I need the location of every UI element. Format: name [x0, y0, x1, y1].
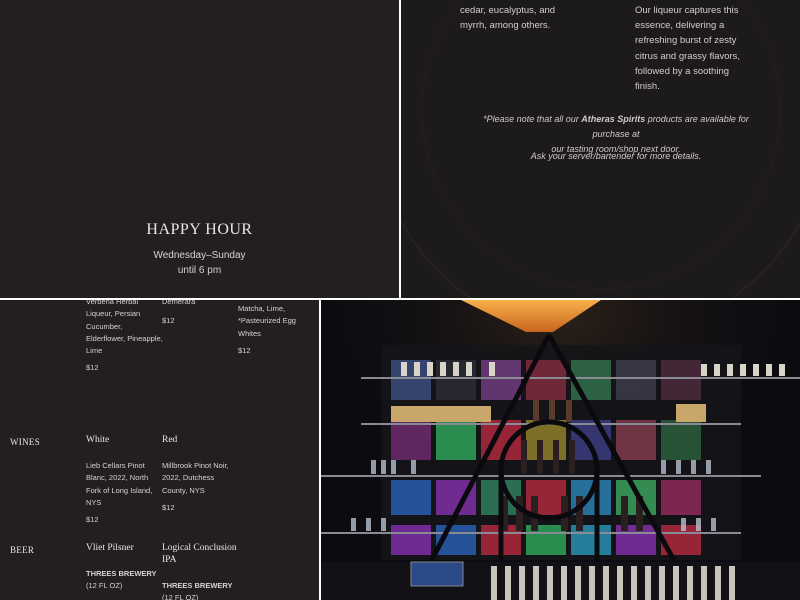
- ingredient-line: Whites: [238, 328, 261, 338]
- bar-illustration: [321, 300, 800, 600]
- section-title-wines: WINES: [10, 437, 40, 447]
- description-line: NYS: [86, 497, 102, 507]
- bar-counter: [321, 562, 800, 600]
- cocktail-ingredients: Matcha, Lime, *Pasteurized Egg Whites: [238, 303, 296, 340]
- liqueur-description-left: cedar, eucalyptus, and myrrh, among othe…: [460, 3, 580, 33]
- ingredient-line: Lime: [86, 346, 103, 356]
- beer-1-size: (12 FL OZ): [86, 581, 123, 590]
- purchase-note-prefix: *Please note that all our: [483, 114, 582, 124]
- wine-white-title: White: [86, 435, 110, 445]
- beer-2-title: Logical Conclusion IPA: [162, 542, 237, 566]
- description-line: County, NYS: [162, 485, 205, 495]
- cocktail-price: $12: [238, 346, 251, 355]
- bar-photo: [321, 300, 800, 600]
- ingredient-line: Liqueur, Persian: [86, 309, 141, 319]
- description-line: citrus and grassy flavors,: [635, 50, 741, 62]
- description-line: Our liqueur captures this: [635, 5, 739, 16]
- ingredient-line: Matcha, Lime,: [238, 304, 286, 313]
- wine-white-description: Lieb Cellars Pinot Blanc, 2022, North Fo…: [86, 460, 152, 509]
- beer-2-size: (12 FL OZ): [162, 593, 199, 600]
- happy-hour-title: HAPPY HOUR: [146, 221, 253, 238]
- description-line: cedar, eucalyptus, and: [460, 5, 556, 16]
- description-line: followed by a soothing: [635, 65, 730, 77]
- beer-2-title-line: Logical Conclusion: [162, 543, 237, 553]
- cocktail-ingredients: Verbena Herbal Liqueur, Persian Cucumber…: [86, 300, 163, 357]
- pos-screen: [410, 561, 464, 587]
- description-line: Millbrook Pinot Noir,: [162, 461, 229, 470]
- ingredient-line: Verbena Herbal: [86, 300, 139, 306]
- ask-server-note: Ask your server/bartender for more detai…: [530, 151, 702, 161]
- wine-white-price: $12: [86, 515, 99, 524]
- description-line: Lieb Cellars Pinot: [86, 461, 145, 470]
- beer-2-brewery: THREES BREWERY: [162, 581, 233, 590]
- cocktail-ingredients: Demerara: [162, 300, 195, 308]
- section-title-beer: BEER: [10, 545, 35, 555]
- description-line: myrrh, among others.: [460, 20, 551, 32]
- ingredient-line: Cucumber,: [86, 321, 123, 331]
- wine-red-title: Red: [162, 435, 178, 445]
- liqueur-info-panel: cedar, eucalyptus, and myrrh, among othe…: [401, 0, 800, 298]
- happy-hour-panel: HAPPY HOUR Wednesday–Sunday until 6 pm: [0, 0, 399, 298]
- description-line: 2022, Dutchess: [162, 473, 215, 483]
- wine-red-description: Millbrook Pinot Noir, 2022, Dutchess Cou…: [162, 460, 229, 497]
- description-line: essence, delivering a: [635, 20, 725, 32]
- description-line: refreshing burst of zesty: [635, 35, 737, 47]
- drinks-menu-panel: Verbena Herbal Liqueur, Persian Cucumber…: [0, 300, 319, 600]
- ingredient-line: Demerara: [162, 300, 196, 306]
- wine-red-price: $12: [162, 503, 175, 512]
- description-line: Blanc, 2022, North: [86, 473, 149, 483]
- ingredient-line: *Pasteurized Egg: [238, 316, 296, 326]
- beer-2-title-line: IPA: [162, 555, 177, 565]
- beer-1-title: Vliet Pilsner: [86, 543, 134, 553]
- cocktail-price: $12: [86, 363, 99, 372]
- happy-hour-days: Wednesday–Sunday: [153, 250, 246, 261]
- cocktail-price: $12: [162, 316, 175, 325]
- brand-name: Atheras Spirits: [581, 114, 646, 124]
- description-line: finish.: [635, 81, 660, 93]
- ingredient-line: Elderflower, Pineapple,: [86, 333, 163, 343]
- liqueur-description-right: Our liqueur captures this essence, deliv…: [635, 3, 755, 94]
- description-line: Fork of Long Island,: [86, 485, 153, 495]
- happy-hour-time: until 6 pm: [177, 265, 222, 276]
- beer-1-brewery: THREES BREWERY: [86, 569, 157, 578]
